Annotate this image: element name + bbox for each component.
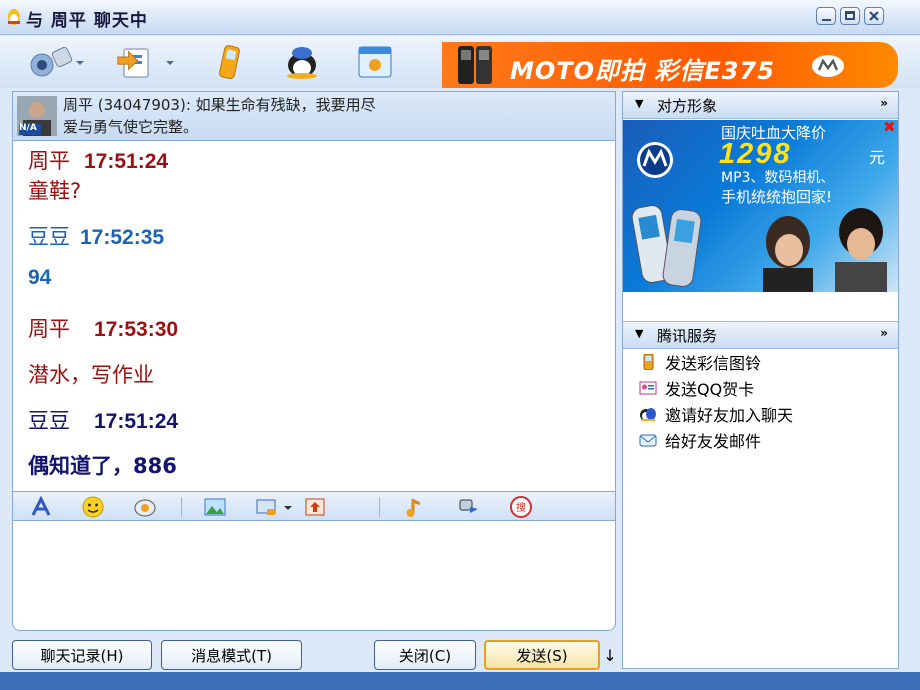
service-label: 发送QQ贺卡 — [665, 380, 755, 399]
chat-window: 与 周平 聊天中 MOTO即拍 彩信E375 N/A 周平 (34047903)… — [0, 0, 920, 690]
message-header: 豆豆 17:51:24 — [28, 405, 178, 435]
message-time: 17:52:35 — [80, 226, 165, 249]
file-transfer-icon — [117, 48, 174, 78]
message-header: 周平 17:53:30 — [28, 313, 178, 343]
invite-icon — [640, 408, 656, 421]
signature-line-1: 周平 (34047903): 如果生命有残缺，我要用尽 — [63, 96, 376, 114]
phone-ad-icon — [458, 46, 492, 84]
card-icon — [639, 381, 657, 395]
phone-icon — [643, 354, 654, 370]
message-text: 童鞋? — [28, 179, 82, 203]
toolbar-divider — [379, 497, 380, 517]
search-icon[interactable]: 搜 — [509, 495, 533, 519]
message-header: 周平 17:51:24 — [28, 145, 168, 175]
app-window-icon — [358, 46, 392, 78]
chevron-down-icon[interactable] — [281, 495, 295, 519]
message-sender: 周平 — [28, 317, 70, 341]
avatar-badge: N/A — [19, 123, 37, 133]
qq-show-button[interactable] — [282, 43, 322, 81]
minimize-button[interactable] — [816, 7, 836, 25]
ad-photo-image — [631, 205, 887, 292]
close-window-button[interactable] — [864, 7, 884, 25]
service-item-send-mms[interactable]: 发送彩信图铃 — [639, 350, 761, 374]
font-icon[interactable] — [29, 495, 53, 519]
file-transfer-button[interactable] — [116, 43, 178, 81]
service-item-send-mail[interactable]: 给好友发邮件 — [639, 428, 761, 452]
collapse-arrow-icon: ▼ — [635, 327, 644, 340]
service-label: 发送彩信图铃 — [665, 354, 762, 373]
mail-icon — [639, 434, 657, 447]
message-header: 豆豆 17:52:35 — [28, 221, 164, 251]
message-sender: 豆豆 — [28, 409, 70, 433]
expand-more-icon[interactable]: » — [880, 326, 888, 340]
close-button[interactable]: 关闭(C) — [374, 640, 476, 670]
avatar-section-header[interactable]: ▼ 对方形象 » — [623, 92, 898, 119]
toolbar-ad-banner[interactable]: MOTO即拍 彩信E375 — [442, 42, 898, 88]
services-section-header[interactable]: ▼ 腾讯服务 » — [623, 321, 898, 349]
toolbar-divider — [181, 497, 182, 517]
title-bar[interactable]: 与 周平 聊天中 — [0, 0, 920, 35]
mobile-sms-button[interactable] — [214, 43, 244, 81]
music-icon[interactable] — [403, 495, 427, 519]
side-ad-banner[interactable]: 国庆吐血大降价 ✖ 1298 元 MP3、数码相机、 手机统统抱回家! — [623, 120, 898, 292]
send-image-icon[interactable] — [203, 495, 227, 519]
close-icon — [869, 11, 879, 21]
service-label: 邀请好友加入聊天 — [665, 406, 794, 425]
maximize-icon — [845, 11, 855, 20]
ad-text: MOTO即拍 彩信E375 — [510, 57, 775, 85]
message-time: 17:53:30 — [94, 318, 179, 341]
video-chat-button[interactable] — [26, 43, 88, 81]
right-panel: ▼ 对方形象 » 国庆吐血大降价 ✖ 1298 元 MP3、数码相机、 手机统统… — [622, 91, 899, 669]
send-options-arrow[interactable]: ↓ — [603, 640, 617, 670]
qq-penguin-icon — [8, 9, 20, 25]
window-title: 与 周平 聊天中 — [26, 11, 148, 31]
maximize-button[interactable] — [840, 7, 860, 25]
qq-penguin-icon — [287, 47, 317, 79]
service-item-send-card[interactable]: 发送QQ贺卡 — [639, 376, 754, 400]
mobile-phone-icon — [219, 45, 240, 80]
contact-signature-bar: N/A 周平 (34047903): 如果生命有残缺，我要用尽 爱与勇气使它完整… — [12, 91, 616, 141]
motorola-logo-icon — [812, 55, 844, 77]
emoticon-icon[interactable] — [81, 495, 105, 519]
motorola-logo-icon — [637, 142, 673, 178]
chat-history-button[interactable]: 聊天记录(H) — [12, 640, 152, 670]
send-button[interactable]: 发送(S) — [484, 640, 600, 670]
window-bottom-edge — [0, 672, 920, 690]
collapse-arrow-icon: ▼ — [635, 97, 644, 110]
doodle-icon[interactable] — [303, 495, 327, 519]
section-title: 腾讯服务 — [657, 327, 718, 345]
service-label: 给好友发邮件 — [665, 432, 762, 451]
shake-icon[interactable] — [457, 495, 481, 519]
ad-line-2: MP3、数码相机、 — [721, 170, 835, 186]
close-ad-icon[interactable]: ✖ — [883, 120, 898, 135]
message-input[interactable] — [12, 521, 616, 631]
message-time: 17:51:24 — [84, 150, 169, 173]
video-chat-icon — [30, 46, 84, 77]
message-sender: 周平 — [28, 149, 70, 173]
section-title: 对方形象 — [657, 97, 718, 115]
message-time: 17:51:24 — [94, 410, 179, 433]
signature-text: 周平 (34047903): 如果生命有残缺，我要用尽 爱与勇气使它完整。 — [63, 94, 376, 138]
message-text: 94 — [28, 266, 52, 289]
message-mode-button[interactable]: 消息模式(T) — [161, 640, 302, 670]
message-sender: 豆豆 — [28, 225, 70, 249]
screenshot-icon[interactable] — [255, 495, 279, 519]
format-toolbar: 搜 — [12, 491, 616, 521]
magic-emoticon-icon[interactable] — [133, 495, 157, 519]
expand-more-icon[interactable]: » — [880, 96, 888, 110]
service-item-invite-friend[interactable]: 邀请好友加入聊天 — [639, 402, 793, 426]
ad-price-unit: 元 — [869, 148, 886, 167]
minimize-icon — [822, 19, 831, 21]
signature-line-2: 爱与勇气使它完整。 — [63, 118, 199, 136]
message-text: 偶知道了，886 — [28, 454, 177, 478]
chat-history[interactable]: 周平 17:51:24 童鞋? 豆豆 17:52:35 94 周平 17:53:30 … — [12, 141, 616, 491]
svg-text:搜: 搜 — [516, 501, 526, 514]
message-text: 潜水，写作业 — [28, 363, 154, 387]
app-panel-button[interactable] — [356, 43, 396, 81]
